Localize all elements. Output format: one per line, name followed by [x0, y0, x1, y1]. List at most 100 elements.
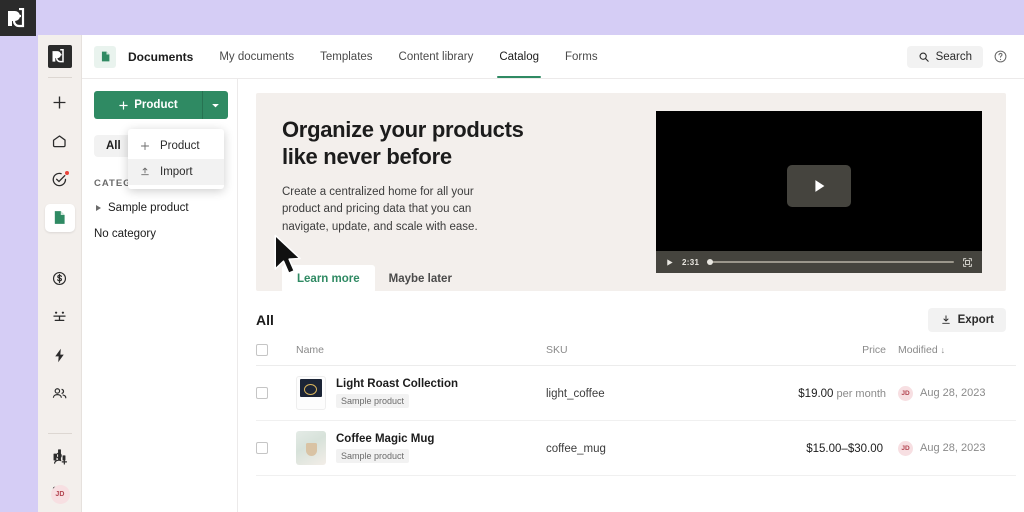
pandadoc-logo-icon [52, 49, 64, 63]
modified-date: Aug 28, 2023 [920, 387, 986, 399]
promo-text-block: Organize your products like never before… [256, 93, 656, 291]
chevron-down-icon [212, 103, 219, 107]
pandadoc-logo-icon [8, 8, 25, 28]
table-row[interactable]: Coffee Magic Mug Sample product coffee_m… [256, 420, 1016, 476]
tab-my-documents[interactable]: My documents [206, 35, 307, 78]
play-icon[interactable] [665, 258, 674, 267]
fullscreen-icon[interactable] [962, 257, 973, 268]
th-price[interactable]: Price [746, 344, 886, 366]
plus-icon [53, 96, 66, 109]
no-category-item[interactable]: No category [94, 228, 227, 240]
rail-item-contacts[interactable] [45, 379, 75, 407]
tab-content-library[interactable]: Content library [386, 35, 487, 78]
select-all-checkbox[interactable] [256, 344, 268, 356]
nav-tabs: Documents My documents Templates Content… [128, 35, 611, 78]
rail-divider [47, 76, 72, 78]
video-progress-bar[interactable] [707, 259, 954, 265]
product-price-unit: per month [836, 388, 886, 400]
row-select-cell [256, 420, 296, 476]
add-product-button[interactable]: Product [94, 91, 202, 119]
video-progress-knob[interactable] [707, 259, 714, 265]
product-thumbnail [296, 431, 326, 465]
main-column: Documents My documents Templates Content… [82, 35, 1024, 512]
learn-more-button[interactable]: Learn more [282, 265, 375, 291]
row-checkbox[interactable] [256, 442, 268, 454]
rail-item-tasks[interactable] [45, 165, 75, 193]
video-play-button[interactable] [787, 164, 851, 207]
avatar: JD [898, 440, 913, 456]
documents-app-badge [94, 45, 116, 68]
maybe-later-button[interactable]: Maybe later [383, 265, 458, 291]
catalog-sidebar: Product All CATEGORIES [82, 79, 301, 512]
tab-forms[interactable]: Forms [552, 35, 611, 78]
lightning-icon [55, 348, 64, 363]
tab-catalog[interactable]: Catalog [486, 35, 552, 78]
menu-item-import[interactable]: Import [128, 159, 224, 185]
question-circle-icon[interactable] [993, 49, 1008, 64]
row-price-cell: $19.00 per month [746, 365, 886, 421]
search-icon [919, 52, 929, 62]
catalog-content: Organize your products like never before… [238, 79, 1024, 512]
promo-video-player[interactable]: 2:31 [656, 111, 982, 273]
category-item-sample-product[interactable]: Sample product [94, 202, 227, 214]
top-navigation: Documents My documents Templates Content… [82, 35, 1024, 79]
row-checkbox[interactable] [256, 387, 268, 399]
search-button[interactable]: Search [906, 45, 983, 68]
add-person-icon [53, 452, 67, 465]
video-controls: 2:31 [656, 251, 982, 273]
notification-dot [63, 170, 70, 177]
modified-date: Aug 28, 2023 [920, 442, 986, 454]
row-price-cell: $15.00–$30.00 [746, 420, 886, 476]
category-item-label: Sample product [108, 202, 189, 214]
dollar-circle-icon [52, 272, 67, 286]
promo-actions: Learn more Maybe later [282, 265, 656, 291]
export-button[interactable]: Export [927, 308, 1006, 332]
product-name[interactable]: Light Roast Collection [336, 378, 458, 390]
menu-item-product[interactable]: Product [128, 133, 224, 159]
product-badge: Sample product [336, 448, 410, 463]
pandadoc-corner-logo [0, 0, 36, 36]
table-header: Name SKU Price Modified ↓ [256, 344, 1016, 366]
sort-descending-icon: ↓ [940, 345, 946, 355]
promo-description: Create a centralized home for all your p… [282, 185, 478, 234]
table-toolbar: All Export [256, 307, 1006, 333]
add-product-label: Product [134, 99, 178, 111]
pandadoc-logo[interactable] [47, 45, 72, 68]
tab-templates[interactable]: Templates [307, 35, 385, 78]
add-product-split-button: Product [94, 91, 228, 119]
rail-divider-bottom [48, 433, 72, 434]
rail-item-automations[interactable] [45, 341, 75, 369]
menu-item-product-label: Product [160, 140, 200, 152]
rail-item-deals[interactable] [45, 303, 75, 331]
rail-item-quotes[interactable] [45, 265, 75, 293]
table-header-row: Name SKU Price Modified ↓ [256, 344, 1016, 366]
products-table: Name SKU Price Modified ↓ Light Roast Co… [256, 344, 1016, 476]
body-split: Product All CATEGORIES [82, 79, 1024, 512]
upload-icon [141, 167, 149, 176]
rail-user-avatar[interactable]: JD [50, 485, 70, 504]
document-icon [54, 211, 65, 225]
promo-title-line2: like never before [282, 143, 452, 169]
add-product-dropdown-toggle[interactable] [202, 91, 228, 119]
rail-item-home[interactable] [45, 127, 75, 155]
promo-title-line1: Organize your products [282, 117, 524, 142]
table-title: All [256, 312, 274, 328]
rail-item-invite-user[interactable] [45, 443, 75, 473]
product-price: $15.00–$30.00 [806, 443, 883, 455]
add-product-menu: Product Import [128, 129, 224, 189]
page-title: Documents [128, 49, 194, 64]
product-name[interactable]: Coffee Magic Mug [336, 433, 434, 445]
balance-icon [53, 312, 66, 322]
rail-item-create-new[interactable] [45, 89, 75, 117]
table-row[interactable]: Light Roast Collection Sample product li… [256, 365, 1016, 421]
chevron-right-icon [96, 205, 101, 211]
filter-all[interactable]: All [94, 135, 133, 157]
rail-item-documents[interactable] [44, 203, 75, 232]
product-badge: Sample product [336, 393, 410, 408]
pentagon-home-icon [52, 134, 66, 147]
th-modified[interactable]: Modified ↓ [886, 344, 1016, 366]
promo-title: Organize your products like never before [282, 117, 656, 171]
th-name[interactable]: Name [296, 344, 546, 366]
th-sku[interactable]: SKU [546, 344, 746, 366]
play-icon [815, 179, 825, 192]
